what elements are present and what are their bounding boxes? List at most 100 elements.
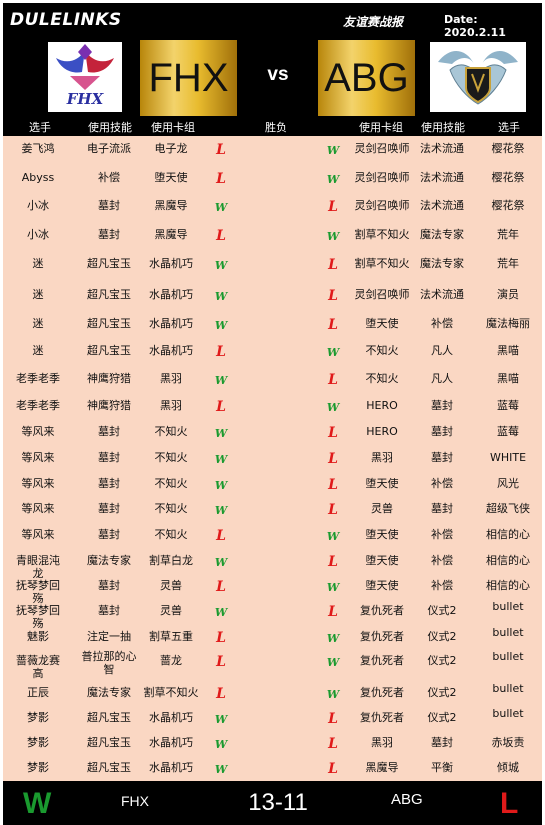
- svg-text:L: L: [215, 630, 226, 644]
- loss-mark-icon: L: [215, 228, 226, 242]
- table-row: 等风来 墓封 不知火 HERO 墓封 蓝莓 W L: [3, 421, 542, 445]
- loss-mark-icon: L: [327, 604, 338, 618]
- table-row: Abyss 补偿 堕天使 灵剑召唤师 法术流通 樱花祭 L W: [3, 167, 542, 191]
- player-left: 等风来: [21, 477, 55, 490]
- svg-text:L: L: [327, 257, 338, 271]
- skill-right: 仪式2: [427, 686, 457, 699]
- svg-text:W: W: [215, 556, 229, 568]
- player-left: 正辰: [27, 686, 49, 699]
- deck-right: 堕天使: [365, 317, 399, 330]
- svg-text:L: L: [327, 477, 338, 491]
- svg-text:L: L: [215, 579, 226, 593]
- player-left: 迷: [32, 257, 44, 270]
- player-left: 小冰: [27, 228, 49, 241]
- deck-left: 不知火: [154, 502, 188, 515]
- win-mark-icon: W: [215, 479, 229, 491]
- loss-mark-icon: L: [215, 344, 226, 358]
- skill-right: 平衡: [431, 761, 453, 774]
- skill-left: 注定一抽: [87, 630, 131, 643]
- skill-left: 魔法专家: [87, 554, 131, 567]
- win-mark-icon: W: [215, 201, 229, 213]
- deck-left: 水晶机巧: [149, 344, 193, 357]
- player-right: 荒年: [497, 228, 519, 241]
- player-right: 荒年: [497, 257, 519, 270]
- skill-left: 墓封: [98, 528, 120, 541]
- deck-left: 不知火: [154, 528, 188, 541]
- loss-mark-icon: L: [327, 502, 338, 516]
- svg-text:L: L: [215, 399, 226, 413]
- deck-left: 割草不知火: [143, 686, 199, 699]
- player-left: 蔷薇龙赛高: [16, 654, 60, 680]
- svg-text:W: W: [327, 173, 341, 185]
- deck-left: 灵兽: [160, 579, 182, 592]
- player-right: 演员: [497, 288, 519, 301]
- player-left: 姜飞鸿: [21, 142, 55, 155]
- table-row: 等风来 墓封 不知火 黑羽 墓封 WHITE W L: [3, 447, 542, 471]
- player-right: 相信的心: [486, 528, 530, 541]
- svg-text:W: W: [327, 401, 341, 413]
- skill-right: 魔法专家: [420, 257, 464, 270]
- player-right: 超级飞侠: [486, 502, 530, 515]
- deck-left: 黑羽: [160, 372, 182, 385]
- loss-mark-icon: L: [327, 554, 338, 568]
- svg-text:L: L: [327, 288, 338, 302]
- table-row: 迷 超凡宝玉 水晶机巧 堕天使 补偿 魔法梅丽 W L: [3, 313, 542, 337]
- deck-left: 水晶机巧: [149, 257, 193, 270]
- player-right: bullet: [492, 600, 524, 613]
- deck-right: 堕天使: [365, 554, 399, 567]
- table-row: 抚琴梦回殇 墓封 灵兽 堕天使 补偿 相信的心 L W: [3, 575, 542, 605]
- skill-right: 法术流通: [420, 171, 464, 184]
- svg-text:W: W: [215, 738, 229, 750]
- svg-text:W: W: [327, 656, 341, 668]
- col-skill-right: 使用技能: [421, 121, 465, 134]
- table-row: 梦影 超凡宝玉 水晶机巧 黑羽 墓封 赤坂责 W L: [3, 732, 542, 756]
- player-right: 魔法梅丽: [486, 317, 530, 330]
- deck-right: 复仇死者: [360, 654, 404, 667]
- deck-right: 堕天使: [365, 477, 399, 490]
- svg-text:L: L: [327, 199, 338, 213]
- table-row: 迷 超凡宝玉 水晶机巧 灵剑召唤师 法术流通 演员 W L: [3, 284, 542, 308]
- win-mark-icon: W: [215, 738, 229, 750]
- loss-mark-icon: L: [215, 579, 226, 593]
- svg-text:W: W: [215, 479, 229, 491]
- col-result: 胜负: [265, 121, 287, 134]
- svg-text:L: L: [327, 736, 338, 750]
- deck-left: 灵兽: [160, 604, 182, 617]
- loss-mark-icon: L: [215, 142, 226, 156]
- player-left: 小冰: [27, 199, 49, 212]
- skill-right: 墓封: [431, 425, 453, 438]
- skill-left: 普拉那的心智: [81, 650, 137, 676]
- skill-left: 超凡宝玉: [87, 317, 131, 330]
- svg-text:W: W: [215, 427, 229, 439]
- final-score: 13-11: [248, 789, 308, 816]
- skill-right: 仪式2: [427, 711, 457, 724]
- svg-text:L: L: [215, 344, 226, 358]
- deck-left: 不知火: [154, 451, 188, 464]
- deck-left: 水晶机巧: [149, 288, 193, 301]
- loss-mark-icon: L: [327, 736, 338, 750]
- loss-mark-icon: L: [327, 425, 338, 439]
- player-left: 老季老季: [16, 372, 60, 385]
- skill-right: 法术流通: [420, 142, 464, 155]
- win-mark-icon: W: [215, 504, 229, 516]
- skill-left: 超凡宝玉: [87, 711, 131, 724]
- skill-left: 魔法专家: [87, 686, 131, 699]
- skill-right: 补偿: [431, 477, 453, 490]
- svg-text:W: W: [215, 606, 229, 618]
- skill-left: 墓封: [98, 451, 120, 464]
- table-row: 正辰 魔法专家 割草不知火 复仇死者 仪式2 bullet L W: [3, 682, 542, 706]
- skill-right: 仪式2: [427, 654, 457, 667]
- svg-text:L: L: [327, 451, 338, 465]
- player-left: 迷: [32, 288, 44, 301]
- loss-mark-icon: L: [215, 686, 226, 700]
- skill-left: 墓封: [98, 502, 120, 515]
- skill-left: 墓封: [98, 579, 120, 592]
- player-right: 赤坂责: [491, 736, 525, 749]
- col-deck-right: 使用卡组: [359, 121, 403, 134]
- column-header: 选手 使用技能 使用卡组 胜负 使用卡组 使用技能 选手: [3, 116, 542, 136]
- col-player-left: 选手: [29, 121, 51, 134]
- loss-mark-icon: L: [215, 630, 226, 644]
- loss-mark-icon: L: [327, 257, 338, 271]
- deck-left: 水晶机巧: [149, 736, 193, 749]
- col-player-right: 选手: [498, 121, 520, 134]
